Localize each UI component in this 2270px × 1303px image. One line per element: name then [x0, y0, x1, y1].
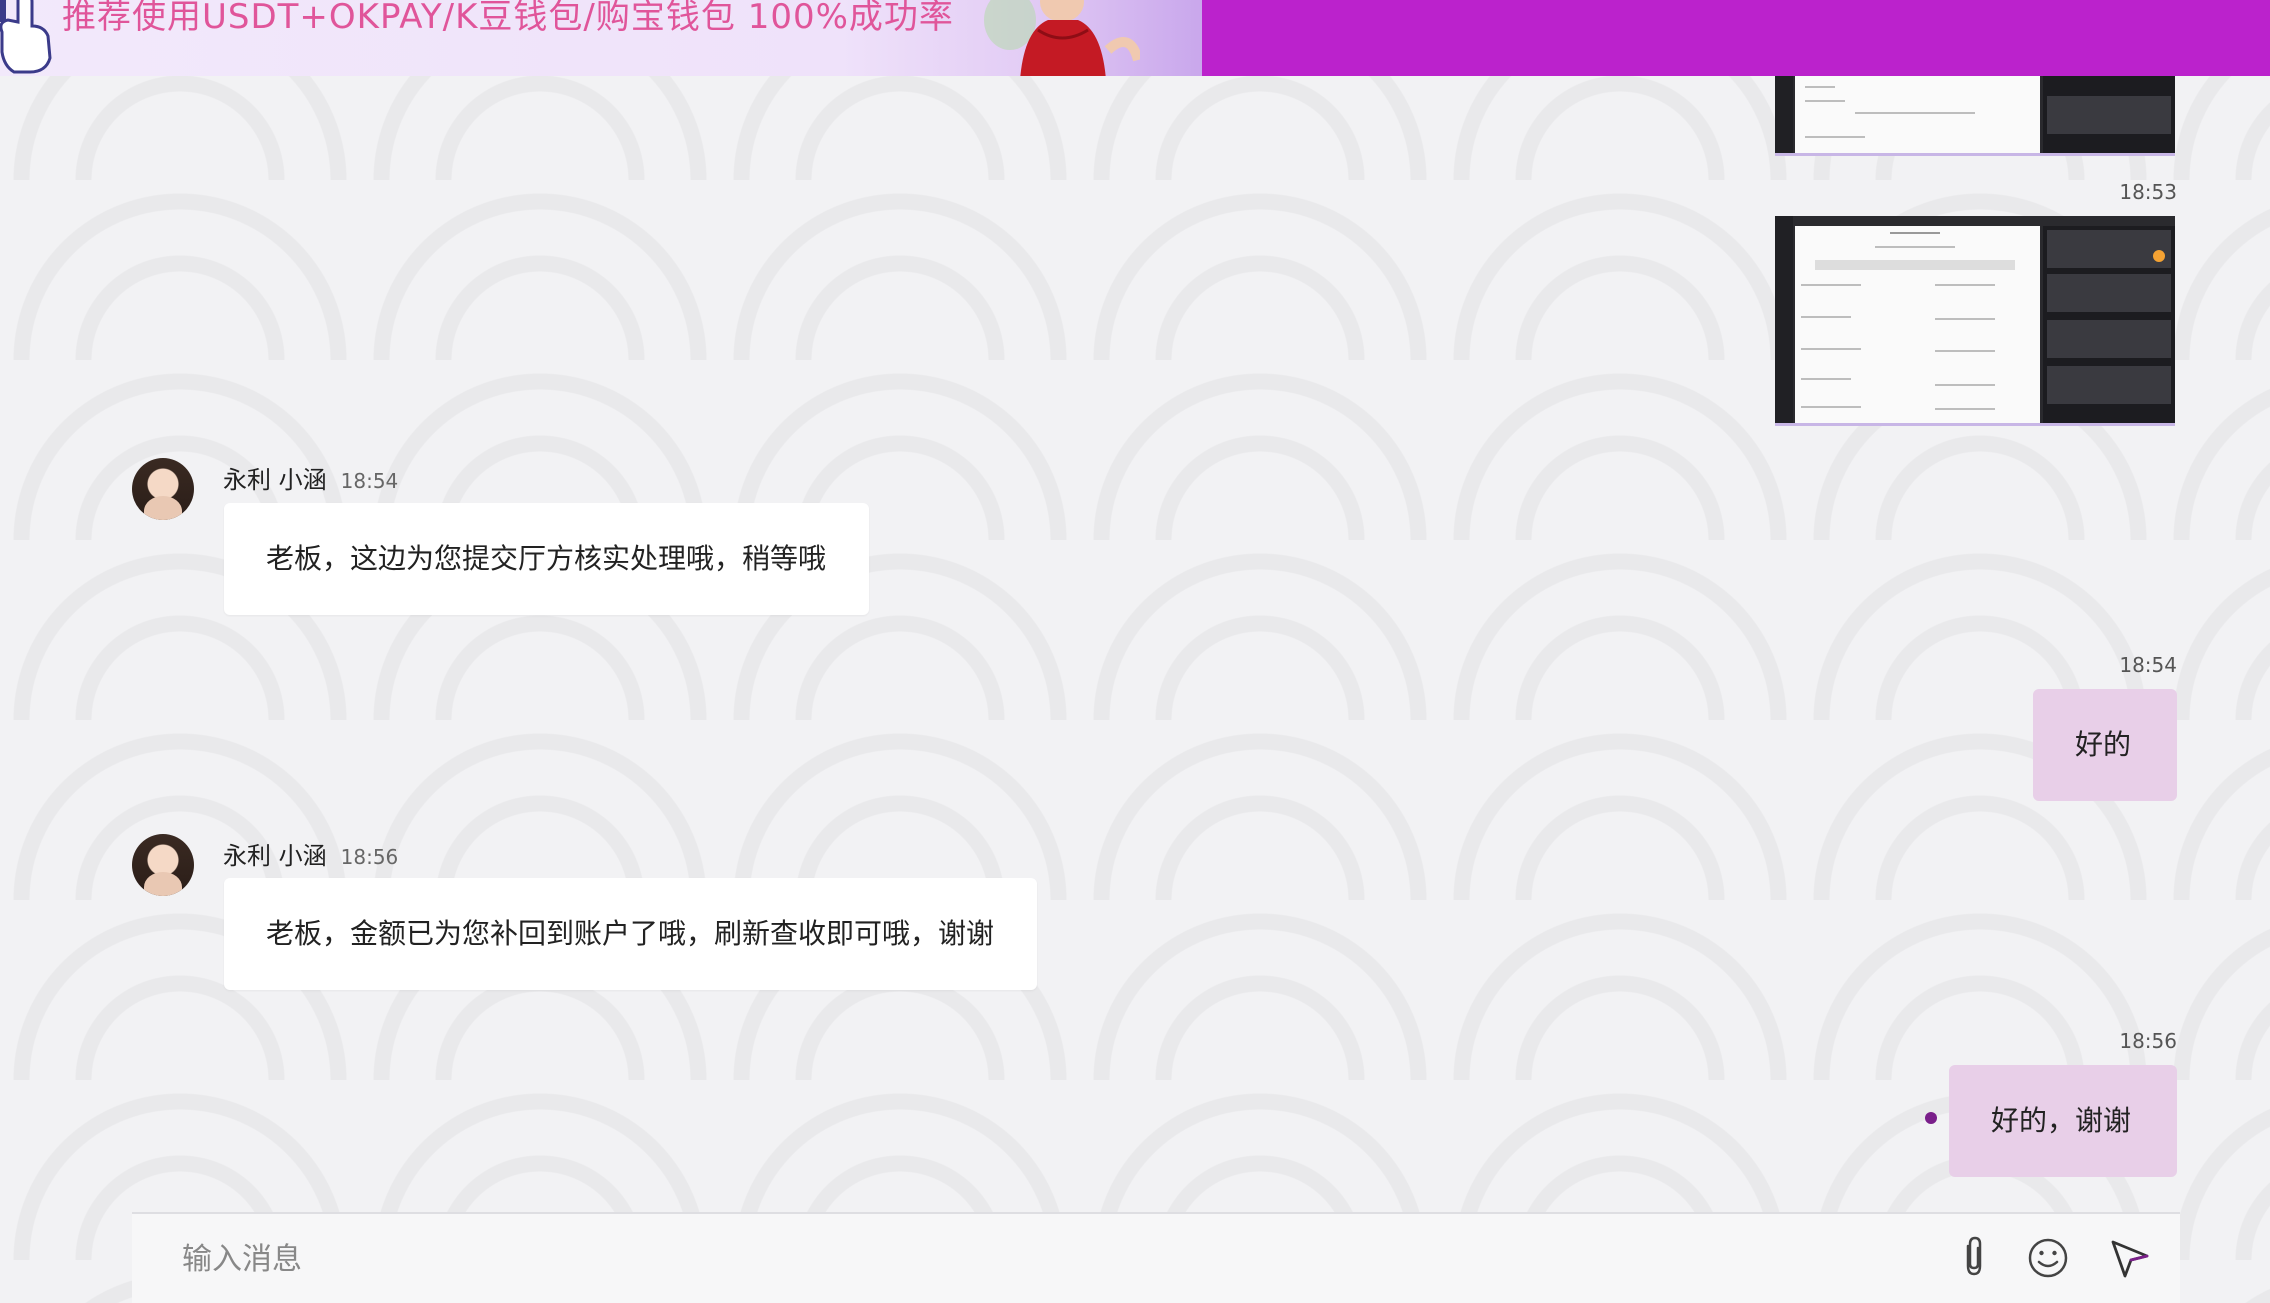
banner-text: 推荐使用USDT+OKPAY/K豆钱包/购宝钱包 100%成功率 [62, 0, 954, 37]
emoji-icon[interactable] [2026, 1236, 2070, 1280]
screenshot-sidebar [1775, 76, 1793, 156]
pointing-hand-icon [0, 0, 52, 74]
sender-name: 永利 小涵 [223, 466, 327, 494]
sender-line: 永利 小涵 18:56 [223, 836, 398, 871]
outgoing-message-bubble: 好的 [2033, 689, 2177, 801]
screenshot-main [1795, 76, 2040, 154]
promo-banner[interactable]: 推荐使用USDT+OKPAY/K豆钱包/购宝钱包 100%成功率 [0, 0, 2270, 76]
agent-avatar[interactable] [132, 834, 194, 896]
paperclip-icon[interactable] [1952, 1236, 1996, 1280]
outgoing-message-bubble: 好的，谢谢 [1949, 1065, 2177, 1177]
message-composer [132, 1212, 2180, 1303]
banner-model-image [984, 0, 1140, 76]
message-time: 18:54 [340, 469, 399, 493]
sent-screenshot-image[interactable] [1775, 76, 2175, 156]
message-time: 18:56 [2119, 1029, 2177, 1053]
screenshot-sidebar [1775, 216, 1793, 426]
sender-line: 永利 小涵 18:54 [223, 460, 398, 495]
banner-image[interactable]: 推荐使用USDT+OKPAY/K豆钱包/购宝钱包 100%成功率 [0, 0, 1202, 76]
message-input[interactable] [180, 1228, 1884, 1290]
message-time: 18:53 [2119, 180, 2177, 204]
unread-status-dot [1925, 1112, 1937, 1124]
agent-avatar[interactable] [132, 458, 194, 520]
message-time: 18:54 [2119, 653, 2177, 677]
screenshot-right-panel [2043, 76, 2175, 154]
message-time: 18:56 [340, 845, 399, 869]
screenshot-right-panel [2043, 226, 2175, 424]
sender-name: 永利 小涵 [223, 842, 327, 870]
incoming-message-bubble: 老板，金额已为您补回到账户了哦，刷新查收即可哦，谢谢 [224, 878, 1037, 990]
sent-screenshot-image[interactable] [1775, 216, 2175, 426]
send-icon[interactable] [2107, 1236, 2151, 1280]
screenshot-main [1795, 226, 2040, 424]
incoming-message-bubble: 老板，这边为您提交厅方核实处理哦，稍等哦 [224, 503, 869, 615]
